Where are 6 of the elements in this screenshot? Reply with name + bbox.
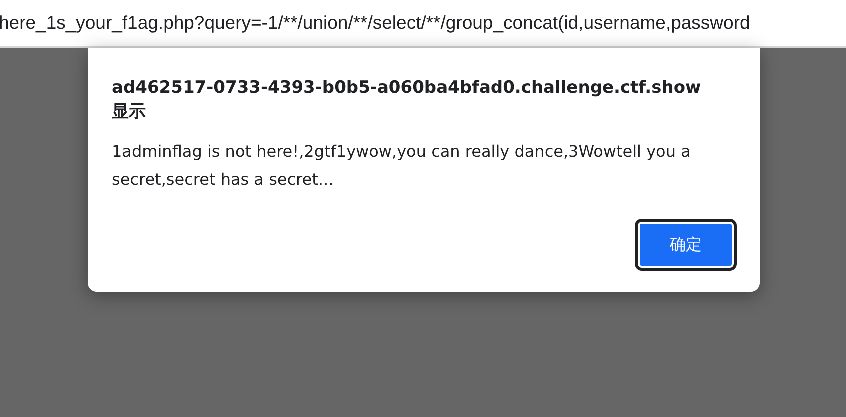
dialog-message: 1adminflag is not here!,2gtf1ywow,you can really dance,3Wowtell you a secret,secret has a secret...: [112, 141, 692, 191]
ok-button[interactable]: 确定: [638, 222, 734, 268]
url-text: here_1s_your_f1ag.php?query=-1/**/union/**/select/**/group_concat(id,username,password: [0, 12, 750, 34]
dialog-title: ad462517-0733-4393-b0b5-a060ba4bfad0.challenge.ctf.show: [112, 77, 702, 100]
dialog-subtitle: 显示: [112, 101, 147, 124]
address-bar[interactable]: here_1s_your_f1ag.php?query=-1/**/union/**/select/**/group_concat(id,username,password: [0, 0, 846, 48]
